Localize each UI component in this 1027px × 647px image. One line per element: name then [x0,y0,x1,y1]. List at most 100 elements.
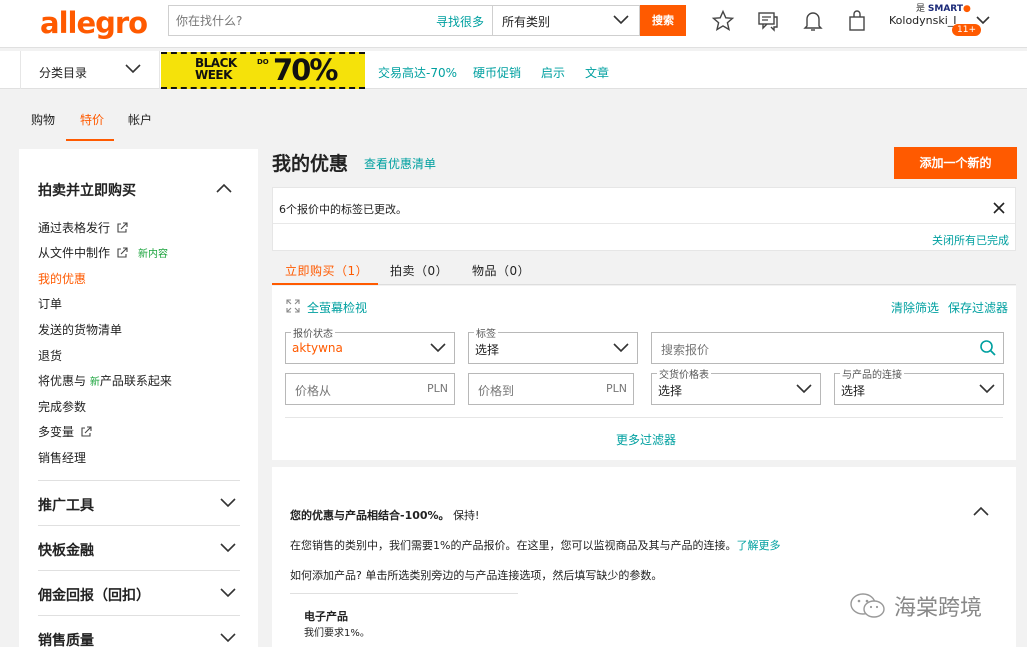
search-many-link[interactable]: 寻找很多 [436,13,484,30]
chevron-down-icon [125,64,141,74]
save-filter-link[interactable]: 保存过滤器 [948,299,1008,316]
link-products-new: 新 [89,377,100,388]
tab-auction[interactable]: 拍卖（0） [390,262,448,279]
banner-percent: 70% [273,53,338,87]
chevron-down-icon [613,343,629,353]
external-link-icon [117,222,128,233]
status-select[interactable]: 报价状态 aktywna [285,325,455,364]
search-button[interactable]: 搜索 [640,5,686,36]
add-new-offer-button[interactable]: 添加一个新的 [894,147,1017,179]
product-link-select[interactable]: 与产品的连接 选择 [834,366,1004,405]
username[interactable]: Kolodynski_I [889,14,957,27]
offer-search-field[interactable]: 搜索报价 [651,332,1004,364]
fullscreen-view-link[interactable]: 全萤幕检视 [307,299,367,316]
chevron-down-icon [220,498,236,508]
tab-buy-now[interactable]: 立即购买（1） [285,262,368,279]
offer-search-placeholder: 搜索报价 [661,343,710,357]
offer-tabs: 立即购买（1） 拍卖（0） 物品（0） [272,257,1016,285]
info-heading: 您的优惠与产品相结合-100%。 保持! [290,507,479,523]
info-paragraph-text: 在您销售的类别中，我们需要1%的产品报价。在这里，您可以监视商品及其与产品的连接… [290,539,737,552]
delivery-price-select[interactable]: 交货价格表 选择 [651,366,821,405]
sidebar-item-form-listing[interactable]: 通过表格发行 [38,219,128,236]
fullscreen-icon[interactable] [286,299,300,313]
chevron-up-icon[interactable] [216,183,232,195]
search-input[interactable] [169,6,429,35]
section-label: 销售质量 [38,633,94,647]
price-to-placeholder: 价格到 [478,384,515,398]
tab-items[interactable]: 物品（0） [472,262,530,279]
sidebar-item-label: 多变量 [38,425,75,439]
sidebar-section-quality[interactable]: 销售质量 [38,615,240,647]
chevron-up-icon[interactable] [973,506,989,518]
link-products-post: 产品联系起来 [99,374,172,388]
tab-offers[interactable]: 特价 [80,111,104,128]
tab-account[interactable]: 帐户 [128,111,152,128]
tags-select[interactable]: 标签 选择 [468,325,638,364]
chevron-down-icon [220,588,236,598]
smart-label: 是 SMART● [916,4,971,14]
banner-do: DO [257,58,269,66]
sidebar-item-label: 通过表格发行 [38,221,111,235]
active-tab-indicator [272,283,378,285]
chevron-down-icon [796,384,812,394]
sidebar-section-promotion[interactable]: 推广工具 [38,480,240,525]
chevron-down-icon [220,543,236,553]
close-all-completed-link[interactable]: 关闭所有已完成 [932,232,1009,248]
messages-icon[interactable] [756,9,780,33]
search-box: 寻找很多 [168,5,493,36]
info-heading-rest: 保持! [453,509,480,522]
notice-panel: 6个报价中的标签已更改。 关闭所有已完成 [272,187,1016,251]
nav-link-articles[interactable]: 文章 [585,64,609,81]
sidebar-item-sales-manager[interactable]: 销售经理 [38,449,86,466]
price-from-field[interactable]: 价格从 PLN [285,373,455,405]
sidebar: 拍卖并立即购买 通过表格发行 从文件中制作 新内容 我的优惠 订单 发送的货物清单… [19,149,258,647]
cart-bag-icon[interactable] [845,9,869,33]
delivery-price-value: 选择 [658,384,683,398]
notice-message: 6个报价中的标签已更改。 [279,203,407,216]
nav-link-coins[interactable]: 硬币促销 [473,64,521,81]
filters-panel: 全萤幕检视 清除筛选 保存过滤器 报价状态 aktywna 标签 选择 搜索报价… [272,286,1016,460]
top-header: allegro 寻找很多 所有类别 搜索 是 SMART● Kolodynski… [0,0,1027,48]
view-offers-list-link[interactable]: 查看优惠清单 [364,155,436,172]
divider [285,417,1003,418]
category-description: 我们要求1%。 [304,628,370,639]
learn-more-link[interactable]: 了解更多 [736,539,780,552]
sidebar-item-returns[interactable]: 退货 [38,347,62,364]
sidebar-item-parameters[interactable]: 完成参数 [38,398,86,415]
link-products-pre: 将优惠与 [38,374,90,388]
nav-link-inspiration[interactable]: 启示 [541,64,565,81]
sidebar-section-rebate[interactable]: 佣金回报（回扣） [38,570,240,615]
category-select[interactable]: 所有类别 [492,5,640,36]
sidebar-item-my-offers[interactable]: 我的优惠 [38,270,86,287]
tags-select-value: 选择 [475,343,500,357]
nav-link-deals[interactable]: 交易高达-70% [378,64,457,81]
currency-unit: PLN [606,382,627,395]
star-icon[interactable] [711,9,735,33]
sidebar-item-orders[interactable]: 订单 [38,295,62,312]
chevron-down-icon[interactable] [976,14,990,26]
allegro-logo[interactable]: allegro [40,6,148,40]
sidebar-item-link-products[interactable]: 将优惠与 新产品联系起来 [38,372,172,389]
more-filters-link[interactable]: 更多过滤器 [616,431,676,448]
product-link-label: 与产品的连接 [840,366,904,381]
watermark-text: 海棠跨境 [894,596,983,621]
sidebar-item-shipments[interactable]: 发送的货物清单 [38,321,122,338]
close-icon[interactable] [993,202,1005,214]
chevron-down-icon [430,343,446,353]
sidebar-section-finance[interactable]: 快板金融 [38,525,240,570]
tab-shopping[interactable]: 购物 [31,111,55,128]
sidebar-item-variants[interactable]: 多变量 [38,423,92,440]
divider [273,223,1015,224]
search-icon[interactable] [979,339,997,357]
black-week-banner[interactable]: BLACK WEEK DO 70% [161,52,365,89]
price-to-field[interactable]: 价格到 PLN [468,373,634,405]
status-select-value: aktywna [292,341,343,355]
category-menu[interactable]: 分类目录 [20,51,160,89]
section-label: 佣金回报（回扣） [38,588,150,604]
sidebar-item-from-file[interactable]: 从文件中制作 新内容 [38,244,168,261]
chevron-down-icon [613,15,629,25]
bell-icon[interactable] [801,9,825,33]
chevron-down-icon [979,384,995,394]
sidebar-title[interactable]: 拍卖并立即购买 [38,180,136,200]
clear-filters-link[interactable]: 清除筛选 [891,299,939,316]
